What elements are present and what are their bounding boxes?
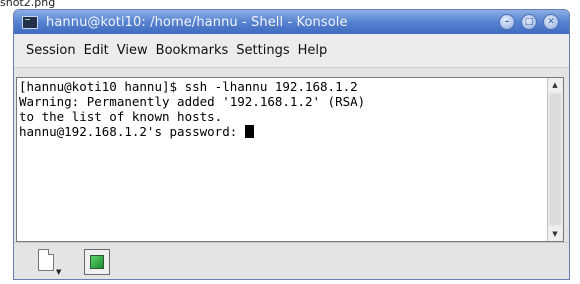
text-cursor <box>244 125 254 138</box>
session-tab-bar: ▼ <box>14 242 569 279</box>
terminal-area[interactable]: [hannu@koti10 hannu]$ ssh -lhannu 192.16… <box>16 77 564 242</box>
maximize-button[interactable]: □ <box>521 14 537 30</box>
terminal-line: to the list of known hosts. <box>19 109 223 124</box>
terminal-line: Warning: Permanently added '192.168.1.2'… <box>19 94 366 109</box>
menu-view[interactable]: View <box>117 43 148 58</box>
menu-session[interactable]: Session <box>26 43 76 58</box>
console-session-icon <box>90 255 104 269</box>
vertical-scrollbar[interactable]: ▲ ▼ <box>547 78 563 241</box>
password-prompt: hannu@192.168.1.2's password: <box>19 124 245 139</box>
new-document-icon <box>38 249 54 271</box>
minimize-button[interactable]: – <box>499 14 515 30</box>
terminal-output: [hannu@koti10 hannu]$ ssh -lhannu 192.16… <box>19 79 547 241</box>
terminal-line: [hannu@koti10 hannu]$ ssh -lhannu 192.16… <box>19 79 358 94</box>
menu-edit[interactable]: Edit <box>84 43 109 58</box>
chevron-down-icon[interactable]: ▼ <box>56 268 61 276</box>
scroll-up-arrow-icon[interactable]: ▲ <box>548 78 562 92</box>
title-bar[interactable]: hannu@koti10: /home/hannu - Shell - Kons… <box>14 10 569 34</box>
image-filename-caption: shot2.png <box>0 0 56 9</box>
menu-settings[interactable]: Settings <box>236 43 289 58</box>
new-session-button[interactable]: ▼ <box>34 247 64 277</box>
session-tab[interactable] <box>84 249 110 275</box>
window-title: hannu@koti10: /home/hannu - Shell - Kons… <box>46 14 348 30</box>
menu-bookmarks[interactable]: Bookmarks <box>156 43 229 58</box>
terminal-prompt-line: hannu@192.168.1.2's password: <box>19 124 547 139</box>
scroll-track[interactable] <box>550 94 561 225</box>
konsole-window: hannu@koti10: /home/hannu - Shell - Kons… <box>13 9 570 280</box>
konsole-app-icon[interactable] <box>22 15 38 29</box>
menu-bar: Session Edit View Bookmarks Settings Hel… <box>14 34 569 68</box>
menu-help[interactable]: Help <box>298 43 328 58</box>
close-button[interactable]: ✕ <box>543 14 559 30</box>
scroll-down-arrow-icon[interactable]: ▼ <box>548 227 562 241</box>
